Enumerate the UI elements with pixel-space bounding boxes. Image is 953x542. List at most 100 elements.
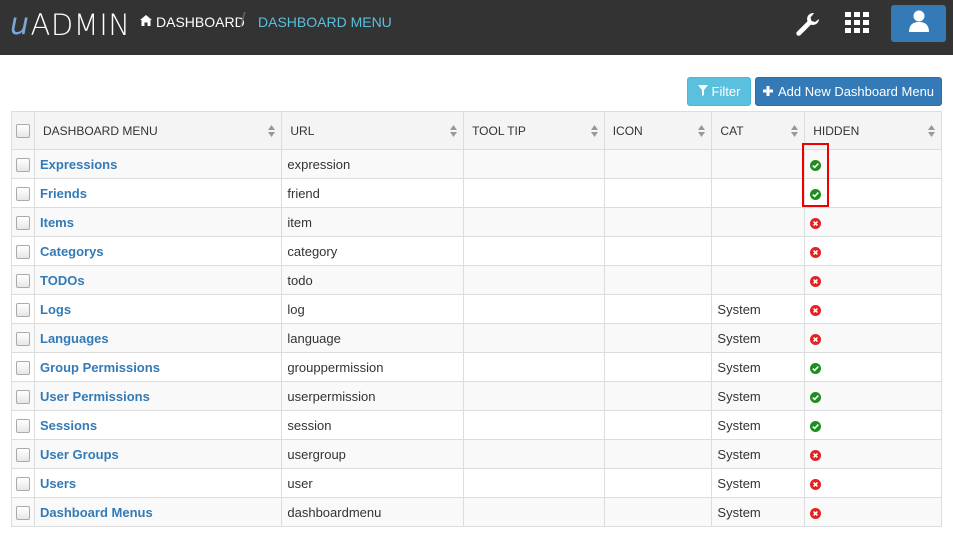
add-dashboard-menu-button[interactable]: Add New Dashboard Menu: [755, 77, 942, 106]
menu-name-link[interactable]: Users: [40, 476, 76, 491]
x-circle-icon[interactable]: [810, 449, 822, 461]
cell-dashboard-menu: Languages: [33, 323, 283, 353]
dashboard-menu-table: DASHBOARD MENU URL TOOL TIP ICON CAT HID…: [11, 111, 942, 527]
menu-name-link[interactable]: Dashboard Menus: [40, 505, 153, 520]
cell-icon: [603, 381, 713, 411]
user-menu-button[interactable]: [891, 5, 946, 42]
cell-tooltip: [463, 207, 605, 237]
check-circle-icon[interactable]: [810, 391, 822, 403]
menu-name-link[interactable]: Languages: [40, 331, 109, 346]
x-circle-icon[interactable]: [810, 275, 822, 287]
cell-url: grouppermission: [281, 352, 465, 382]
x-circle-icon[interactable]: [810, 333, 822, 345]
check-circle-icon[interactable]: [810, 420, 822, 432]
x-circle-icon[interactable]: [810, 217, 822, 229]
brand-logo[interactable]: u ADMIN: [10, 6, 130, 42]
row-select-cell: [11, 410, 35, 440]
row-checkbox[interactable]: [16, 476, 30, 491]
row-checkbox[interactable]: [16, 331, 30, 346]
cell-icon: [603, 439, 713, 469]
row-checkbox[interactable]: [16, 157, 30, 172]
home-icon: [140, 15, 152, 29]
column-header[interactable]: CAT: [711, 111, 806, 150]
cell-hidden: [804, 410, 942, 440]
menu-name-link[interactable]: Categorys: [40, 244, 104, 259]
menu-name-link[interactable]: Logs: [40, 302, 71, 317]
cell-dashboard-menu: Items: [33, 207, 283, 237]
menu-name-link[interactable]: Items: [40, 215, 74, 230]
menu-name-link[interactable]: Friends: [40, 186, 87, 201]
table-row: Friends friend: [11, 178, 942, 208]
row-checkbox[interactable]: [16, 360, 30, 375]
menu-name-link[interactable]: Group Permissions: [40, 360, 160, 375]
select-all-checkbox[interactable]: [16, 123, 30, 138]
cell-url: language: [281, 323, 465, 353]
breadcrumb-home[interactable]: DASHBOARD: [140, 14, 245, 30]
menu-name-link[interactable]: User Permissions: [40, 389, 150, 404]
row-checkbox[interactable]: [16, 505, 30, 520]
cell-url: expression: [281, 149, 465, 179]
check-circle-icon[interactable]: [810, 362, 822, 374]
cell-dashboard-menu: Group Permissions: [33, 352, 283, 382]
row-checkbox[interactable]: [16, 186, 30, 201]
table-row: TODOs todo: [11, 265, 942, 295]
cell-url: log: [281, 294, 465, 324]
row-checkbox[interactable]: [16, 418, 30, 433]
cell-tooltip: [463, 178, 605, 208]
cell-icon: [603, 323, 713, 353]
column-header[interactable]: TOOL TIP: [463, 111, 605, 150]
table-row: Categorys category: [11, 236, 942, 266]
cell-tooltip: [463, 468, 605, 498]
row-checkbox[interactable]: [16, 244, 30, 259]
add-button-label: Add New Dashboard Menu: [777, 84, 935, 99]
cell-icon: [603, 294, 713, 324]
table-header-row: DASHBOARD MENU URL TOOL TIP ICON CAT HID…: [11, 111, 942, 150]
table-row: Items item: [11, 207, 942, 237]
filter-icon: [697, 84, 708, 99]
column-header[interactable]: HIDDEN: [804, 111, 942, 150]
cell-hidden: [804, 236, 942, 266]
filter-button[interactable]: Filter: [687, 77, 751, 106]
menu-name-link[interactable]: Sessions: [40, 418, 97, 433]
row-checkbox[interactable]: [16, 273, 30, 288]
top-navbar: u ADMIN DASHBOARD / DASHBOARD MENU: [0, 0, 953, 55]
cell-dashboard-menu: Dashboard Menus: [33, 497, 283, 527]
menu-name-link[interactable]: Expressions: [40, 157, 117, 172]
menu-name-link[interactable]: TODOs: [40, 273, 85, 288]
cell-dashboard-menu: Sessions: [33, 410, 283, 440]
row-select-cell: [11, 149, 35, 179]
row-checkbox[interactable]: [16, 215, 30, 230]
x-circle-icon[interactable]: [810, 507, 822, 519]
sort-icon: [450, 125, 458, 137]
cell-url: session: [281, 410, 465, 440]
column-header[interactable]: ICON: [603, 111, 713, 150]
table-row: Logs log System: [11, 294, 942, 324]
menu-name-link[interactable]: User Groups: [40, 447, 119, 462]
check-circle-icon[interactable]: [810, 188, 822, 200]
cell-icon: [603, 207, 713, 237]
row-checkbox[interactable]: [16, 447, 30, 462]
column-header[interactable]: URL: [281, 111, 465, 150]
cell-tooltip: [463, 497, 605, 527]
x-circle-icon[interactable]: [810, 478, 822, 490]
cell-url: category: [281, 236, 465, 266]
check-circle-icon[interactable]: [810, 159, 822, 171]
x-circle-icon[interactable]: [810, 304, 822, 316]
table-row: Users user System: [11, 468, 942, 498]
row-checkbox[interactable]: [16, 389, 30, 404]
row-checkbox[interactable]: [16, 302, 30, 317]
wrench-icon[interactable]: [793, 9, 823, 39]
apps-grid-icon[interactable]: [845, 12, 869, 33]
column-header[interactable]: DASHBOARD MENU: [33, 111, 283, 150]
x-circle-icon[interactable]: [810, 246, 822, 258]
cell-hidden: [804, 381, 942, 411]
row-select-cell: [11, 236, 35, 266]
cell-hidden: [804, 207, 942, 237]
cell-cat: System: [711, 497, 806, 527]
cell-cat: [711, 265, 806, 295]
row-select-cell: [11, 294, 35, 324]
cell-hidden: [804, 497, 942, 527]
cell-url: item: [281, 207, 465, 237]
cell-cat: System: [711, 381, 806, 411]
breadcrumb-home-label: DASHBOARD: [156, 14, 245, 30]
